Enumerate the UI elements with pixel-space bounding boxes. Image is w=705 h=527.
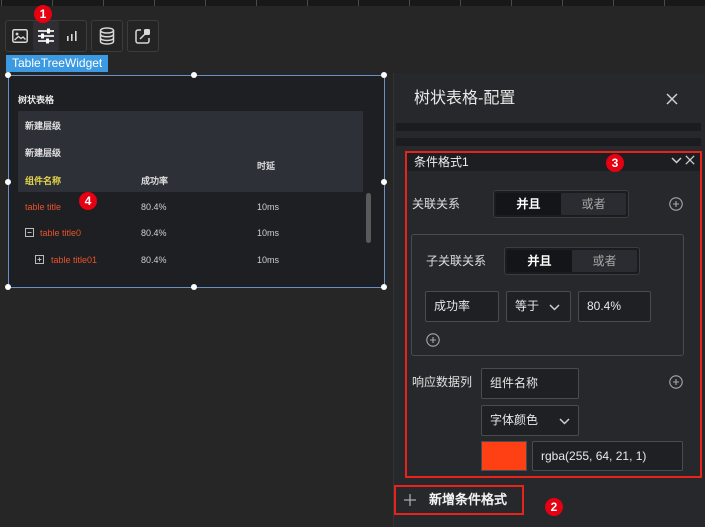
marker-badge: 2	[545, 498, 563, 516]
sliders-icon	[38, 28, 54, 44]
sub-relation-toggle: 并且 或者	[504, 247, 640, 275]
data-source-button[interactable]	[94, 21, 120, 51]
data-link-icon	[135, 29, 150, 44]
table-row: table title 80.4% 10ms	[9, 201, 369, 213]
close-icon[interactable]	[685, 155, 695, 165]
sub-relation-option-and[interactable]: 并且	[507, 250, 572, 272]
toolbar-group-interaction	[127, 20, 159, 52]
row-rate: 80.4%	[141, 228, 167, 238]
table-row: table title0 80.4% 10ms	[9, 227, 369, 239]
row-latency: 10ms	[257, 202, 280, 212]
widget-type-tag[interactable]: TableTreeWidget	[6, 55, 108, 72]
add-condition-format-label: 新增条件格式	[429, 492, 508, 507]
sub-relation-label: 子关联关系	[426, 254, 487, 268]
row-latency: 10ms	[257, 255, 280, 265]
marker-badge: 4	[79, 192, 97, 210]
table-header: 新建层级 新建层级 组件名称 成功率 时延	[18, 111, 363, 192]
image-tool-button[interactable]	[7, 21, 33, 51]
header-level-label: 新建层级	[25, 121, 62, 131]
condition-operator-select[interactable]: 等于	[506, 291, 571, 322]
marker-badge: 1	[34, 5, 52, 23]
section-divider	[396, 123, 701, 131]
widget-title: 树状表格	[18, 95, 55, 105]
resize-handle[interactable]	[5, 179, 11, 185]
section-divider	[396, 138, 701, 146]
image-icon	[12, 29, 28, 43]
marker-badge: 3	[606, 154, 624, 172]
toolbar-group-main	[5, 20, 87, 52]
panel-title: 树状表格-配置	[414, 90, 516, 107]
sub-relation-option-or[interactable]: 或者	[572, 250, 637, 272]
table-row: table title01 80.4% 10ms	[9, 254, 369, 266]
row-name: table title01	[51, 255, 98, 265]
row-name: table title	[25, 202, 62, 212]
condition-value-input[interactable]: 80.4%	[578, 291, 651, 322]
database-icon	[99, 27, 115, 45]
color-value-input[interactable]: rgba(255, 64, 21, 1)	[532, 441, 683, 471]
style-property-value: 字体颜色	[490, 413, 539, 427]
resize-handle[interactable]	[191, 284, 197, 290]
response-column-label: 响应数据列	[412, 375, 473, 389]
toolbar-group-data	[91, 20, 123, 52]
add-sub-condition-plus-icon[interactable]	[426, 333, 440, 347]
plus-square-icon[interactable]	[35, 255, 44, 264]
relation-label: 关联关系	[412, 197, 461, 211]
table-tree-widget[interactable]: 树状表格 新建层级 新建层级 组件名称 成功率 时延 table title 8…	[5, 72, 387, 290]
response-column-input[interactable]: 组件名称	[481, 368, 579, 399]
config-tool-button[interactable]	[33, 21, 59, 51]
row-latency: 10ms	[257, 228, 280, 238]
resize-handle[interactable]	[381, 72, 387, 78]
minus-square-icon[interactable]	[25, 228, 34, 237]
add-condition-plus-icon[interactable]	[669, 197, 683, 211]
chart-tool-button[interactable]	[59, 21, 85, 51]
close-icon[interactable]	[666, 93, 678, 105]
add-response-plus-icon[interactable]	[669, 375, 683, 389]
resize-handle[interactable]	[381, 284, 387, 290]
condition-header[interactable]: 条件格式1	[407, 153, 700, 171]
row-name: table title0	[40, 228, 82, 238]
plus-icon	[404, 494, 416, 506]
resize-handle[interactable]	[5, 72, 11, 78]
relation-option-and[interactable]: 并且	[496, 193, 561, 215]
condition-field-input[interactable]: 成功率	[425, 291, 499, 322]
column-header-rate: 成功率	[141, 176, 169, 186]
config-panel: 树状表格-配置 条件格式1 3 关联关系 并且 或者 子关联关系 并且 或者 成…	[393, 73, 705, 527]
row-rate: 80.4%	[141, 255, 167, 265]
chevron-down-icon	[559, 418, 570, 425]
resize-handle[interactable]	[381, 179, 387, 185]
bar-chart-icon	[67, 31, 77, 41]
canvas-ruler	[0, 0, 705, 6]
condition-title: 条件格式1	[414, 155, 469, 169]
color-swatch[interactable]	[481, 441, 527, 471]
column-header-name: 组件名称	[25, 176, 62, 186]
relation-option-or[interactable]: 或者	[561, 193, 626, 215]
row-rate: 80.4%	[141, 202, 167, 212]
resize-handle[interactable]	[191, 72, 197, 78]
table-scrollbar[interactable]	[366, 193, 371, 243]
header-level-label: 新建层级	[25, 148, 62, 158]
add-condition-format-button[interactable]: 新增条件格式	[394, 485, 524, 515]
sub-condition-group: 子关联关系 并且 或者 成功率 等于 80.4%	[411, 234, 684, 356]
relation-toggle: 并且 或者	[493, 190, 629, 218]
chevron-down-icon	[549, 304, 560, 311]
resize-handle[interactable]	[5, 284, 11, 290]
operator-value: 等于	[515, 299, 540, 313]
chevron-down-icon[interactable]	[671, 157, 682, 164]
condition-format-card: 条件格式1 3 关联关系 并且 或者 子关联关系 并且 或者 成功率 等于 80…	[405, 151, 702, 478]
style-property-select[interactable]: 字体颜色	[481, 405, 579, 436]
column-header-latency: 时延	[257, 161, 276, 171]
interaction-tool-button[interactable]	[130, 21, 156, 51]
